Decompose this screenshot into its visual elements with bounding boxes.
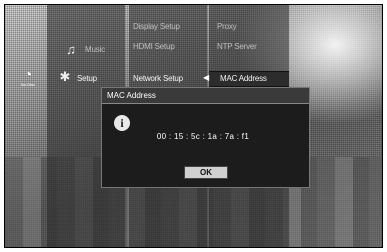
tv-screen: ◔ No Disc ♫ Music ✱ Setup Display Setup … (4, 4, 383, 248)
dialog-title: MAC Address (102, 88, 309, 104)
submenu-item-hdmi-setup[interactable]: HDMI Setup (133, 42, 175, 51)
option-item-ntp-server[interactable]: NTP Server (217, 42, 257, 51)
mac-address-dialog: MAC Address i 00 : 15 : 5c : 1a : 7a : f… (101, 87, 310, 188)
menu-item-music[interactable]: Music (85, 45, 105, 54)
submenu-item-display-setup[interactable]: Display Setup (133, 22, 180, 31)
arrow-left-icon: ◀ (203, 73, 210, 82)
option-item-proxy[interactable]: Proxy (217, 22, 237, 31)
ok-button[interactable]: OK (184, 166, 228, 179)
menu-item-setup[interactable]: Setup (77, 74, 97, 83)
info-icon: i (114, 115, 130, 131)
disc-icon: ◔ (23, 66, 33, 82)
no-disc-badge: ◔ No Disc (14, 67, 42, 89)
no-disc-label: No Disc (20, 82, 35, 87)
mac-address-value: 00 : 15 : 5c : 1a : 7a : f1 (156, 132, 250, 141)
submenu-item-network-setup[interactable]: Network Setup (133, 74, 183, 83)
music-note-icon: ♫ (66, 41, 76, 57)
setup-icon: ✱ (59, 69, 71, 84)
option-item-mac-address[interactable]: MAC Address (220, 74, 267, 83)
